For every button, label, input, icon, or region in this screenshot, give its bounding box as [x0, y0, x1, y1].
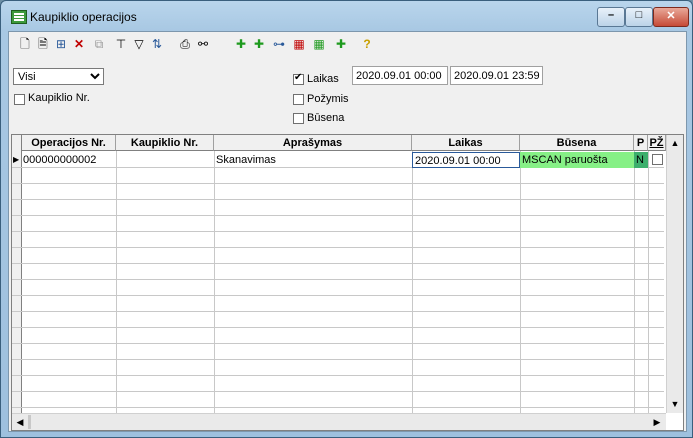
grid-divider	[648, 151, 649, 413]
minimize-icon: –	[607, 9, 615, 21]
scroll-right-icon[interactable]: ▶	[649, 414, 665, 430]
kaupiklio-nr-checkbox[interactable]	[14, 94, 25, 105]
toolbar: 🗋 🗎 ⊞ ✕ ⧉ ⊤ ▽ ⇅ ⎙ ⚯ ✚ ✚ ⊶ ▦ ▦ ✚ ?	[9, 32, 686, 58]
pozymis-checkbox[interactable]	[293, 94, 304, 105]
grid-row-line	[12, 199, 664, 200]
horizontal-scrollbar[interactable]: ◀ ▶	[12, 413, 666, 430]
grid-row-line	[12, 407, 664, 408]
busena-label: Būsena	[307, 112, 345, 124]
grid-row-line	[12, 311, 664, 312]
row-indicator-column	[12, 135, 22, 413]
pozymis-label: Požymis	[307, 93, 349, 105]
red-blocks-icon[interactable]: ▦	[291, 36, 307, 52]
client-area: 🗋 🗎 ⊞ ✕ ⧉ ⊤ ▽ ⇅ ⎙ ⚯ ✚ ✚ ⊶ ▦ ▦ ✚ ? Visi K…	[8, 31, 687, 432]
cell-operacijos-nr[interactable]: 000000000002	[21, 152, 116, 168]
scroll-down-icon[interactable]: ▼	[667, 396, 683, 412]
grid-divider	[214, 151, 215, 413]
vertical-scrollbar[interactable]: ▲ ▼	[666, 135, 683, 413]
network-icon[interactable]: ⊶	[271, 36, 287, 52]
binoculars-icon[interactable]: ⚯	[195, 36, 211, 52]
delete-icon[interactable]: ✕	[71, 36, 87, 52]
column-header-kaupiklio-nr[interactable]: Kaupiklio Nr.	[116, 135, 214, 151]
green-plus-2-icon[interactable]: ✚	[251, 36, 267, 52]
cell-p[interactable]: N	[634, 152, 648, 168]
grid-row-line	[12, 295, 664, 296]
cell-busena[interactable]: MSCAN paruošta	[520, 152, 634, 168]
laikas-checkbox[interactable]	[293, 72, 304, 85]
window-title: Kaupiklio operacijos	[30, 10, 137, 24]
scroll-up-icon[interactable]: ▲	[667, 135, 683, 151]
hierarchy-icon[interactable]: ⊤	[113, 36, 129, 52]
minimize-button[interactable]: –	[597, 7, 625, 27]
filter-icon[interactable]: ▽	[131, 36, 147, 52]
copy-icon[interactable]: ⧉	[91, 36, 107, 52]
document-icon[interactable]: 🗎	[35, 36, 51, 52]
help-icon[interactable]: ?	[359, 36, 375, 52]
app-icon	[11, 10, 27, 24]
column-header-pz[interactable]: PŽ	[648, 135, 666, 151]
print-icon[interactable]: ⎙	[177, 36, 193, 52]
scroll-left-icon[interactable]: ◀	[12, 414, 28, 430]
green-plus-icon[interactable]: ✚	[233, 36, 249, 52]
title-bar[interactable]: Kaupiklio operacijos – □ ✕	[1, 1, 692, 31]
grid-row-line	[12, 231, 664, 232]
kaupiklio-nr-label: Kaupiklio Nr.	[28, 92, 90, 104]
column-header-p[interactable]: P	[634, 135, 648, 151]
grid-row-line	[12, 247, 664, 248]
date-from-field[interactable]: 2020.09.01 00:00	[352, 66, 448, 85]
column-header-operacijos-nr[interactable]: Operacijos Nr.	[21, 135, 116, 151]
grid-divider	[520, 151, 521, 413]
maximize-icon: □	[635, 9, 643, 21]
cell-aprasymas[interactable]: Skanavimas	[214, 152, 412, 168]
cell-kaupiklio-nr[interactable]	[116, 152, 214, 168]
date-to-field[interactable]: 2020.09.01 23:59	[450, 66, 543, 85]
cell-laikas[interactable]: 2020.09.01 00:00	[412, 152, 520, 168]
green-blocks-icon[interactable]: ▦	[311, 36, 327, 52]
grid-divider	[412, 151, 413, 413]
scroll-thumb[interactable]	[28, 415, 31, 429]
filter-dropdown[interactable]: Visi	[13, 68, 104, 85]
grid-divider	[634, 151, 635, 413]
grid-divider	[116, 151, 117, 413]
close-icon: ✕	[666, 10, 676, 22]
window: Kaupiklio operacijos – □ ✕ 🗋 🗎 ⊞ ✕ ⧉ ⊤ ▽…	[0, 0, 693, 438]
grid-row-line	[12, 263, 664, 264]
maximize-button[interactable]: □	[625, 7, 653, 27]
current-row-icon: ▶	[13, 155, 20, 164]
grid-row-line	[12, 343, 664, 344]
tree-icon[interactable]: ⊞	[53, 36, 69, 52]
column-header-laikas[interactable]: Laikas	[412, 135, 520, 151]
column-header-aprasymas[interactable]: Aprašymas	[214, 135, 412, 151]
new-document-icon[interactable]: 🗋	[17, 36, 33, 52]
grid-row-line	[12, 359, 664, 360]
grid-row-line	[12, 215, 664, 216]
grid-row-line	[12, 279, 664, 280]
grid-row-line	[12, 391, 664, 392]
green-plus-3-icon[interactable]: ✚	[333, 36, 349, 52]
grid-row-line	[12, 327, 664, 328]
column-header-busena[interactable]: Būsena	[520, 135, 634, 151]
grid-row-line	[12, 375, 664, 376]
busena-checkbox[interactable]	[293, 113, 304, 124]
laikas-label: Laikas	[307, 73, 339, 85]
close-button[interactable]: ✕	[653, 7, 689, 27]
grid-row-line	[12, 183, 664, 184]
sort-az-icon[interactable]: ⇅	[149, 36, 165, 52]
cell-pz-checkbox[interactable]	[652, 154, 663, 165]
operations-table[interactable]: Operacijos Nr. Kaupiklio Nr. Aprašymas L…	[11, 134, 684, 431]
